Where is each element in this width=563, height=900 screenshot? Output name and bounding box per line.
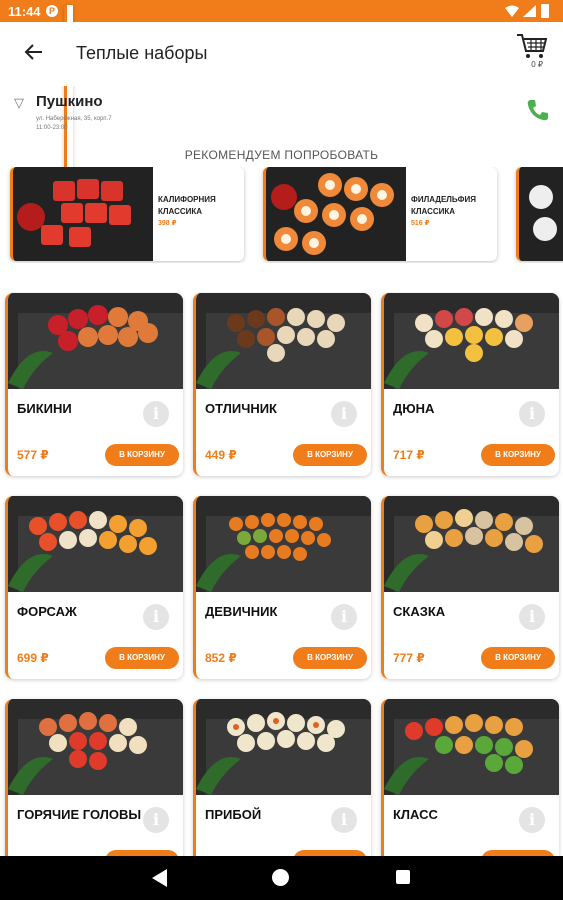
add-to-cart-button[interactable]: В КОРЗИНУ <box>481 444 555 466</box>
product-image <box>8 496 183 592</box>
cart-sum: 0 ₽ <box>531 60 543 69</box>
status-bar: 11:44 P <box>0 0 563 188</box>
recommend-carousel[interactable]: КАЛИФОРНИЯ КЛАССИКА 398 ₽ ФИЛАДЕЛЬФИЯ КЛ… <box>0 167 563 263</box>
restaurant-hours: 11:00-23:00 <box>36 125 68 131</box>
info-icon[interactable]: i <box>331 604 357 630</box>
product-image <box>13 167 153 261</box>
product-price: 777 ₽ <box>393 651 425 665</box>
product-name: ДЕВИЧНИК <box>205 604 278 619</box>
add-to-cart-button[interactable]: В КОРЗИНУ <box>481 647 555 669</box>
signal-icon <box>523 5 536 17</box>
product-card[interactable]: СКАЗКА i 777 ₽ В КОРЗИНУ <box>381 496 559 679</box>
product-card[interactable]: ПРИБОЙ i <box>193 699 371 856</box>
add-to-cart-button[interactable]: В КОРЗИНУ <box>293 647 367 669</box>
recommend-price: 398 ₽ <box>158 220 177 227</box>
product-price: 852 ₽ <box>205 651 237 665</box>
info-icon[interactable]: i <box>331 401 357 427</box>
recommend-name: КАЛИФОРНИЯ КЛАССИКА <box>158 195 216 216</box>
product-name: БИКИНИ <box>17 401 72 416</box>
product-card[interactable]: БИКИНИ i 577 ₽ В КОРЗИНУ <box>5 293 183 476</box>
product-price: 449 ₽ <box>205 448 237 462</box>
nav-recents-icon[interactable] <box>396 870 410 884</box>
recommend-card[interactable]: КАЛИФОРНИЯ КЛАССИКА 398 ₽ <box>10 167 244 261</box>
triangle-down-icon[interactable]: ▽ <box>14 95 24 111</box>
notification-p-icon: P <box>46 5 58 17</box>
product-card[interactable]: ФОРСАЖ i 699 ₽ В КОРЗИНУ <box>5 496 183 679</box>
restaurant-address: ул. Набережная, 35, корп.7 <box>36 116 112 122</box>
info-icon[interactable]: i <box>143 807 169 833</box>
product-price: 699 ₽ <box>17 651 49 665</box>
back-arrow-icon[interactable] <box>22 40 46 64</box>
product-card[interactable]: ОТЛИЧНИК i 449 ₽ В КОРЗИНУ <box>193 293 371 476</box>
restaurant-selector[interactable]: ▽ Пушкино ул. Набережная, 35, корп.7 11:… <box>0 88 563 138</box>
product-name: ДЮНА <box>393 401 435 416</box>
product-image <box>196 496 371 592</box>
info-icon[interactable]: i <box>143 604 169 630</box>
product-image <box>196 293 371 389</box>
product-name: СКАЗКА <box>393 604 446 619</box>
product-image <box>384 293 559 389</box>
restaurant-name[interactable]: Пушкино <box>36 93 103 110</box>
wifi-icon <box>505 5 519 17</box>
product-name: ПРИБОЙ <box>205 807 262 822</box>
product-name: КЛАСС <box>393 807 438 822</box>
page-title: Теплые наборы <box>76 43 208 63</box>
info-icon[interactable]: i <box>519 401 545 427</box>
product-card[interactable]: ГОРЯЧИЕ ГОЛОВЫ i <box>5 699 183 856</box>
system-icons <box>505 4 555 18</box>
product-image <box>384 699 559 795</box>
product-image <box>8 699 183 795</box>
recommend-card[interactable] <box>516 167 563 261</box>
product-name: ГОРЯЧИЕ ГОЛОВЫ <box>17 807 142 822</box>
product-image <box>266 167 406 261</box>
add-to-cart-button[interactable]: В КОРЗИНУ <box>105 647 179 669</box>
info-icon[interactable]: i <box>519 604 545 630</box>
app-bar: Теплые наборы 0 ₽ <box>0 22 563 86</box>
nav-home-icon[interactable] <box>272 869 289 886</box>
system-nav-bar <box>0 856 563 900</box>
add-to-cart-button[interactable]: В КОРЗИНУ <box>105 444 179 466</box>
product-grid: БИКИНИ i 577 ₽ В КОРЗИНУ ОТЛИЧНИК i 449 … <box>0 292 563 856</box>
product-name: ОТЛИЧНИК <box>205 401 277 416</box>
status-time: 11:44 <box>8 4 41 19</box>
product-card[interactable]: ДЮНА i 717 ₽ В КОРЗИНУ <box>381 293 559 476</box>
recommend-name: ФИЛАДЕЛЬФИЯ КЛАССИКА <box>411 195 476 216</box>
recommend-card[interactable]: ФИЛАДЕЛЬФИЯ КЛАССИКА 516 ₽ <box>263 167 497 261</box>
phone-icon[interactable] <box>525 97 551 123</box>
product-image <box>8 293 183 389</box>
recommend-price: 516 ₽ <box>411 220 430 227</box>
product-image <box>196 699 371 795</box>
product-price: 717 ₽ <box>393 448 425 462</box>
nav-back-icon[interactable] <box>152 869 168 887</box>
battery-icon <box>541 4 549 18</box>
product-image <box>384 496 559 592</box>
add-to-cart-button[interactable]: В КОРЗИНУ <box>293 444 367 466</box>
info-icon[interactable]: i <box>331 807 357 833</box>
recommend-heading: РЕКОМЕНДУЕМ ПОПРОБОВАТЬ <box>184 148 379 162</box>
product-card[interactable]: ДЕВИЧНИК i 852 ₽ В КОРЗИНУ <box>193 496 371 679</box>
product-name: ФОРСАЖ <box>17 604 77 619</box>
product-price: 577 ₽ <box>17 448 49 462</box>
product-image <box>519 167 563 261</box>
info-icon[interactable]: i <box>143 401 169 427</box>
info-icon[interactable]: i <box>519 807 545 833</box>
product-card[interactable]: КЛАСС i <box>381 699 559 856</box>
